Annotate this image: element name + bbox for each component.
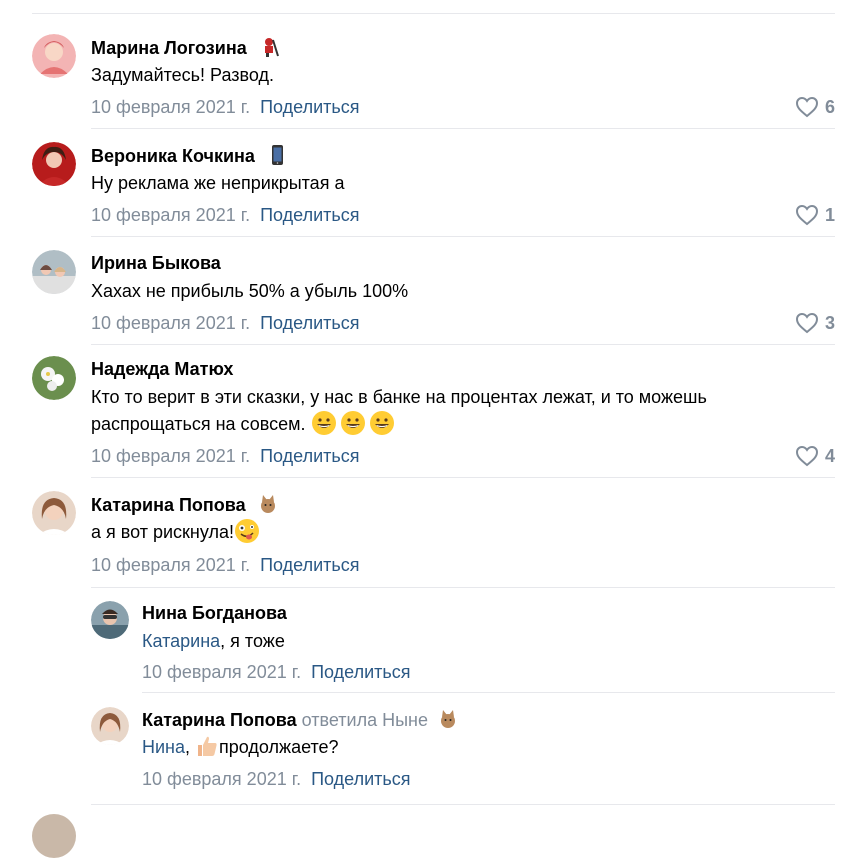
comment-meta: 10 февраля 2021 г. Поделиться [91, 445, 360, 467]
heart-icon [795, 445, 818, 467]
comment-date[interactable]: 10 февраля 2021 г. [91, 205, 250, 225]
author-name[interactable]: Катарина Попова ответила Ныне [142, 708, 459, 731]
mobile-phone-icon [266, 145, 288, 166]
author-name[interactable]: Катарина Попова [91, 493, 279, 516]
author-name[interactable]: Надежда Матюх [91, 358, 233, 380]
author-link[interactable]: Марина Логозина [91, 38, 247, 58]
mention-link[interactable]: Нина [142, 737, 185, 757]
comment-item: Вероника Кочкина Ну реклама же неприкрыт… [0, 128, 845, 236]
reply-item: Нина Богданова Катарина, я тоже 10 февра… [0, 588, 845, 693]
comment-date[interactable]: 10 февраля 2021 г. [91, 446, 250, 466]
comment-text: а я вот рискнула! [91, 517, 260, 547]
cat-icon [437, 710, 459, 730]
author-link[interactable]: Надежда Матюх [91, 359, 233, 379]
divider [91, 804, 835, 805]
comments-feed: Марина Логозина Задумайтесь! Развод. 10 … [0, 0, 845, 858]
comment-item: Катарина Попова а я вот рискнула! 10 фев… [0, 477, 845, 587]
like-button[interactable]: 6 [795, 96, 835, 118]
avatar[interactable] [32, 250, 76, 294]
share-link[interactable]: Поделиться [260, 97, 359, 117]
comment-text-line1: Кто то верит в эти сказки, у нас в банке… [91, 387, 707, 407]
author-name[interactable]: Нина Богданова [142, 602, 287, 624]
author-name[interactable]: Марина Логозина [91, 36, 280, 59]
author-name[interactable]: Вероника Кочкина [91, 144, 288, 167]
avatar[interactable] [32, 34, 76, 78]
comment-item: Ирина Быкова Хахах не прибыль 50% а убыл… [0, 236, 845, 344]
like-count: 3 [824, 312, 835, 333]
grinning-emoji-icon [311, 411, 395, 435]
comment-item: Надежда Матюх Кто то верит в эти сказки,… [0, 344, 845, 476]
avatar[interactable] [32, 142, 76, 186]
comment-item: Марина Логозина Задумайтесь! Развод. 10 … [0, 0, 845, 130]
like-button[interactable]: 1 [795, 204, 835, 226]
comment-date[interactable]: 10 февраля 2021 г. [91, 555, 250, 575]
reply-text-separator: , [185, 737, 196, 757]
reply-text-body: , я тоже [220, 631, 285, 651]
reply-meta: 10 февраля 2021 г. Поделиться [142, 768, 411, 790]
mention-link[interactable]: Катарина [142, 631, 220, 651]
like-count: 1 [824, 204, 835, 225]
share-link[interactable]: Поделиться [260, 313, 359, 333]
author-link[interactable]: Катарина Попова [142, 710, 297, 730]
reply-date[interactable]: 10 февраля 2021 г. [142, 769, 301, 789]
comment-meta: 10 февраля 2021 г. Поделиться [91, 312, 360, 334]
comment-text: распрощаться на совсем. [91, 414, 306, 434]
avatar[interactable] [32, 491, 76, 535]
like-button[interactable]: 4 [795, 445, 835, 467]
heart-icon [795, 312, 818, 334]
avatar[interactable] [91, 601, 129, 639]
comment-meta: 10 февраля 2021 г. Поделиться [91, 96, 360, 118]
comment-text-body: а я вот рискнула! [91, 522, 234, 542]
comment-meta: 10 февраля 2021 г. Поделиться [91, 554, 360, 576]
comment-text: Хахах не прибыль 50% а убыль 100% [91, 281, 409, 301]
reply-item: Катарина Попова ответила Ныне Нина, прод… [0, 693, 845, 803]
like-count: 6 [824, 96, 835, 117]
comment-text-line2: распрощаться на совсем. [91, 409, 395, 439]
author-link[interactable]: Катарина Попова [91, 495, 246, 515]
comment-text: Ну реклама же неприкрытая а [91, 173, 345, 193]
avatar[interactable] [91, 707, 129, 745]
cat-icon [257, 495, 279, 515]
crazy-face-emoji-icon [234, 519, 260, 543]
heart-icon [795, 96, 818, 118]
author-name[interactable]: Ирина Быкова [91, 252, 221, 274]
hockey-icon [258, 38, 280, 58]
heart-icon [795, 204, 818, 226]
reply-text-body: продолжаете? [219, 737, 339, 757]
answered-to-link[interactable]: ответила Ныне [302, 710, 428, 730]
comment-date[interactable]: 10 февраля 2021 г. [91, 313, 250, 333]
thumbs-up-icon [195, 736, 219, 757]
avatar[interactable] [32, 814, 76, 858]
share-link[interactable]: Поделиться [260, 205, 359, 225]
like-count: 4 [824, 445, 835, 466]
reply-date[interactable]: 10 февраля 2021 г. [142, 662, 301, 682]
author-link[interactable]: Ирина Быкова [91, 253, 221, 273]
share-link[interactable]: Поделиться [311, 769, 410, 789]
share-link[interactable]: Поделиться [311, 662, 410, 682]
like-button[interactable]: 3 [795, 312, 835, 334]
comment-meta: 10 февраля 2021 г. Поделиться [91, 204, 360, 226]
reply-text: Катарина, я тоже [142, 626, 285, 656]
comment-date[interactable]: 10 февраля 2021 г. [91, 97, 250, 117]
reply-meta: 10 февраля 2021 г. Поделиться [142, 661, 411, 683]
share-link[interactable]: Поделиться [260, 446, 359, 466]
reply-text: Нина, продолжаете? [142, 732, 339, 762]
avatar[interactable] [32, 356, 76, 400]
comment-text: Задумайтесь! Развод. [91, 65, 275, 85]
author-link[interactable]: Нина Богданова [142, 603, 287, 623]
share-link[interactable]: Поделиться [260, 555, 359, 575]
author-link[interactable]: Вероника Кочкина [91, 146, 255, 166]
